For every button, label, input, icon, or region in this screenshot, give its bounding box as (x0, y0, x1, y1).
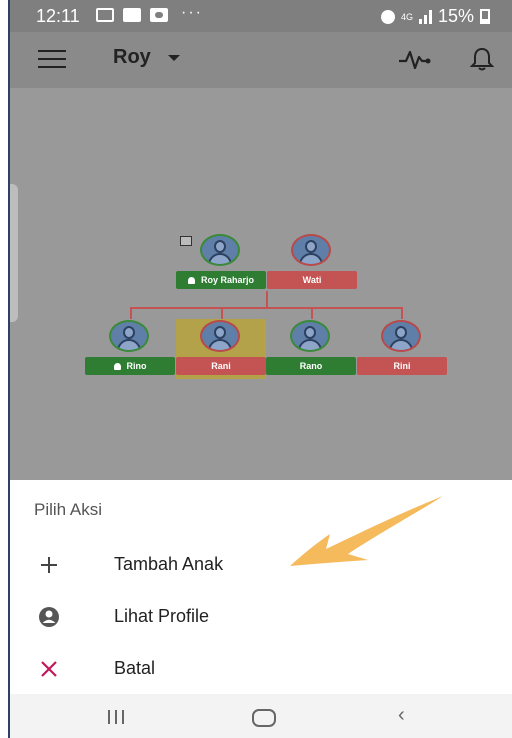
child-connector (221, 307, 223, 319)
more-notifications-icon: ··· (181, 4, 203, 21)
node-name-label: Rano (266, 357, 356, 375)
gallery-notification-icon (96, 8, 114, 22)
alarm-icon (380, 9, 395, 24)
app-bar: Roy (8, 32, 512, 88)
avatar (200, 234, 240, 266)
battery-icon (480, 9, 490, 24)
avatar (291, 234, 331, 266)
node-name-label: Wati (267, 271, 357, 289)
sheet-title: Pilih Aksi (34, 500, 103, 519)
battery-percent: 15% (437, 6, 474, 26)
tree-node-child[interactable]: Rino (85, 320, 175, 384)
view-profile-action[interactable]: Lihat Profile (8, 592, 512, 642)
page-title: Roy (113, 46, 151, 68)
tree-node-child[interactable]: Rini (357, 320, 447, 384)
app-screen: 12:11 ··· 4G 15% Roy Roy Raharjo Wati Ri… (8, 0, 512, 738)
child-connector (401, 307, 403, 319)
status-bar: 12:11 ··· 4G 15% (8, 0, 512, 32)
tree-node-child-selected[interactable]: Rani (176, 320, 266, 384)
person-icon (187, 277, 195, 285)
status-indicators: 4G 15% (380, 6, 490, 27)
child-connector (130, 307, 132, 319)
avatar (200, 320, 240, 352)
sibling-bar (130, 307, 402, 309)
activity-pulse-icon[interactable] (398, 48, 432, 72)
drawer-handle[interactable] (10, 184, 18, 322)
network-type: 4G (400, 11, 413, 22)
node-name-label: Roy Raharjo (176, 271, 266, 289)
plus-icon (41, 557, 57, 573)
node-name-label: Rino (85, 357, 175, 375)
signal-icon (418, 9, 432, 24)
avatar (109, 320, 149, 352)
action-label: Batal (114, 658, 156, 678)
close-icon (41, 661, 57, 677)
action-label: Lihat Profile (114, 606, 210, 626)
cloud-notification-icon (150, 8, 168, 22)
status-time: 12:11 (36, 6, 80, 26)
avatar (290, 320, 330, 352)
action-label: Tambah Anak (114, 554, 224, 574)
recent-apps-icon[interactable] (108, 710, 124, 724)
avatar (381, 320, 421, 352)
tree-node-parent[interactable]: Roy Raharjo (176, 234, 266, 298)
bell-icon[interactable] (470, 46, 494, 72)
family-tree-canvas[interactable]: Roy Raharjo Wati Rino Rani Rano Rini (8, 88, 512, 480)
clipboard-notification-icon (123, 8, 141, 22)
account-circle-icon (39, 607, 59, 627)
dropdown-caret-icon (168, 54, 181, 61)
menu-icon[interactable] (38, 50, 66, 70)
child-connector (311, 307, 313, 319)
person-selector[interactable]: Roy (113, 46, 181, 69)
tree-node-parent[interactable]: Wati (267, 234, 357, 298)
tree-node-child[interactable]: Rano (266, 320, 356, 384)
person-icon (113, 363, 121, 371)
back-icon[interactable]: ‹ (398, 704, 405, 727)
notification-icons: ··· (96, 4, 203, 22)
node-name-label: Rini (357, 357, 447, 375)
node-name-label: Rani (176, 357, 266, 375)
cancel-action[interactable]: Batal (8, 644, 512, 694)
annotation-arrow-icon (290, 496, 443, 566)
home-icon[interactable] (252, 709, 276, 727)
system-nav-bar: ‹ (8, 694, 512, 738)
